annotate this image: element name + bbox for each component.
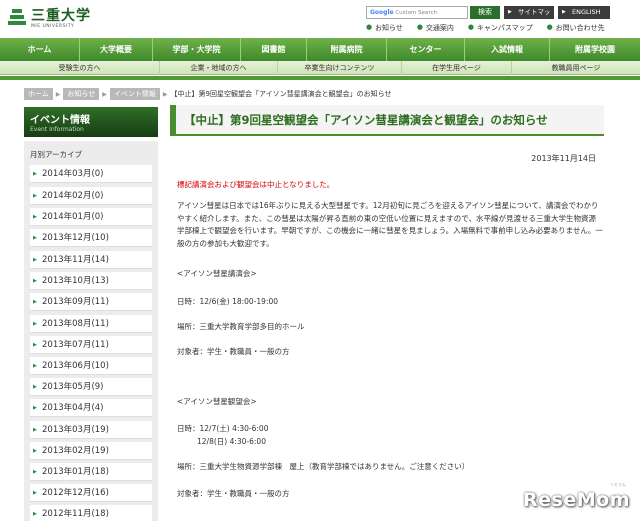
archive-item[interactable]: 2013年08月(11) <box>30 315 152 333</box>
search-brand: Google <box>370 9 394 16</box>
breadcrumb: ホーム ▶ お知らせ ▶ イベント情報 ▶ 【中止】第9回星空観望会「アイソン彗… <box>24 88 392 100</box>
english-button[interactable]: ENGLISH <box>558 6 610 19</box>
publish-date: 2013年11月14日 <box>531 154 596 163</box>
link-campus-map[interactable]: キャンパスマップ <box>468 23 533 33</box>
archive-item[interactable]: 2013年01月(18) <box>30 463 152 481</box>
archive-item[interactable]: 2013年07月(11) <box>30 336 152 354</box>
subnav-community[interactable]: 企業・地域の方へ <box>160 61 278 75</box>
watermark-sub: リセマム <box>610 482 626 487</box>
logo-jp: 三重大学 <box>31 8 91 24</box>
lecture-target: 対象者：学生・教職員・一般の方 <box>177 347 290 356</box>
archive-item[interactable]: 2013年10月(13) <box>30 272 152 290</box>
link-news[interactable]: お知らせ <box>366 23 403 33</box>
chevron-right-icon: ▶ <box>102 90 107 98</box>
sidebar-subtitle: Event Information <box>30 126 84 133</box>
nav-faculties[interactable]: 学部・大学院 <box>153 38 241 61</box>
subnav-students[interactable]: 在学生用ページ <box>402 61 512 75</box>
link-contact[interactable]: お問い合わせ先 <box>547 23 605 33</box>
archive-item[interactable]: 2014年02月(0) <box>30 187 152 205</box>
sitemap-button[interactable]: サイトマップ <box>504 6 554 29</box>
subnav-alumni[interactable]: 卒業生向けコンテンツ <box>278 61 402 75</box>
breadcrumb-events[interactable]: イベント情報 <box>109 88 160 100</box>
archive-item[interactable]: 2013年09月(11) <box>30 293 152 311</box>
lecture-place: 場所：三重大学教育学部多目的ホール <box>177 322 305 331</box>
logo-en: MIE UNIVERSITY <box>31 24 75 29</box>
logo-mark-icon <box>8 8 26 26</box>
breadcrumb-home[interactable]: ホーム <box>24 88 53 100</box>
archive-item[interactable]: 2013年12月(10) <box>30 229 152 247</box>
chevron-right-icon: ▶ <box>55 90 61 98</box>
breadcrumb-news[interactable]: お知らせ <box>63 88 100 100</box>
nav-admissions[interactable]: 入試情報 <box>465 38 550 61</box>
archive-item[interactable]: 2014年01月(0) <box>30 208 152 226</box>
archive-item[interactable]: 2013年02月(19) <box>30 442 152 460</box>
archive-item[interactable]: 2012年11月(18) <box>30 505 152 521</box>
sidebar-title: イベント情報 <box>30 115 90 126</box>
search-button[interactable]: 検索 <box>470 6 500 19</box>
site-header: 三重大学 MIE UNIVERSITY Google Custom Search… <box>0 0 640 38</box>
breadcrumb-current: 【中止】第9回星空観望会「アイソン彗星講演会と観望会」のお知らせ <box>170 90 392 98</box>
viewing-place: 場所：三重大学生物資源学部棟 屋上（教育学部棟ではありません。ご注意ください） <box>177 462 470 471</box>
chevron-right-icon: ▶ <box>162 90 168 98</box>
sub-nav: 受験生の方へ 企業・地域の方へ 卒業生向けコンテンツ 在学生用ページ 教職員用ペ… <box>0 61 640 75</box>
viewing-date-1: 日時：12/7(土) 4:30-6:00 <box>177 424 269 433</box>
search-input[interactable]: Google Custom Search <box>366 6 468 19</box>
archive-item[interactable]: 2013年11月(14) <box>30 251 152 269</box>
university-logo[interactable]: 三重大学 MIE UNIVERSITY <box>8 8 91 29</box>
nav-schools[interactable]: 附属学校園 <box>550 38 640 61</box>
cancel-notice: 標記講演会および観望会は中止となりました。 <box>177 180 335 189</box>
viewing-target: 対象者：学生・教職員・一般の方 <box>177 489 290 498</box>
nav-library[interactable]: 図書館 <box>241 38 307 61</box>
nav-center[interactable]: センター <box>387 38 465 61</box>
viewing-date-2: 12/8(日) 4:30-6:00 <box>197 437 266 446</box>
nav-home[interactable]: ホーム <box>0 38 80 61</box>
viewing-heading: <アイソン彗星観望会> <box>177 397 257 406</box>
utility-links: お知らせ 交通案内 キャンパスマップ お問い合わせ先 <box>366 23 605 33</box>
archive-item[interactable]: 2013年06月(10) <box>30 357 152 375</box>
subnav-staff[interactable]: 教職員用ページ <box>512 61 640 75</box>
archive-title: 月別アーカイブ <box>30 150 83 159</box>
lecture-heading: <アイソン彗星講演会> <box>177 269 257 278</box>
archive-item[interactable]: 2014年03月(0) <box>30 165 152 183</box>
archive-item[interactable]: 2013年04月(4) <box>30 399 152 417</box>
lecture-date: 日時：12/6(金) 18:00-19:00 <box>177 297 279 306</box>
sidebar-heading: イベント情報 Event Information <box>24 107 158 137</box>
article-body: アイソン彗星は日本では16年ぶりに見える大型彗星です。12月初旬に見ごろを迎える… <box>177 201 603 248</box>
main-nav: ホーム 大学概要 学部・大学院 図書館 附属病院 センター 入試情報 附属学校園 <box>0 38 640 61</box>
archive-item[interactable]: 2013年05月(9) <box>30 378 152 396</box>
link-access[interactable]: 交通案内 <box>417 23 454 33</box>
nav-hospital[interactable]: 附属病院 <box>307 38 387 61</box>
article-title: 【中止】第9回星空観望会「アイソン彗星講演会と観望会」のお知らせ <box>170 105 604 136</box>
search-placeholder: Custom Search <box>395 10 438 16</box>
subnav-applicants[interactable]: 受験生の方へ <box>0 61 160 75</box>
nav-about[interactable]: 大学概要 <box>80 38 153 61</box>
archive-panel: 月別アーカイブ 2014年03月(0) 2014年02月(0) 2014年01月… <box>24 141 158 521</box>
archive-item[interactable]: 2012年12月(16) <box>30 484 152 502</box>
resemom-watermark: ReseMom <box>523 489 630 511</box>
archive-item[interactable]: 2013年03月(19) <box>30 421 152 439</box>
divider <box>0 76 640 80</box>
